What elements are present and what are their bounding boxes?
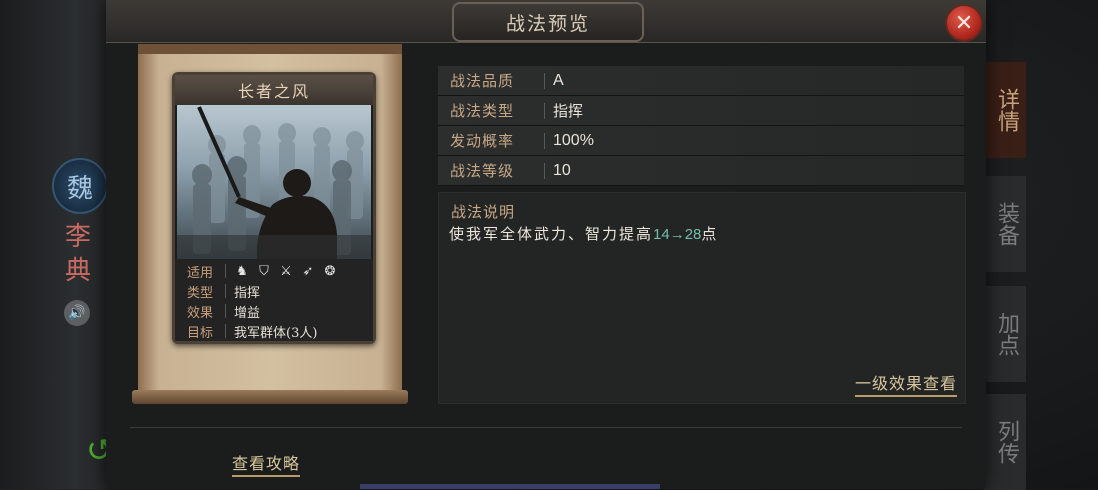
- tab-details[interactable]: 详情: [983, 62, 1026, 158]
- cavalry-icon: ♞: [236, 263, 248, 279]
- stat-label: 战法类型: [450, 102, 515, 120]
- type-value: 指挥: [234, 285, 261, 301]
- bow-icon: ⚔: [280, 263, 292, 279]
- target-value: 我军群体(3人): [234, 325, 318, 341]
- stat-row-level: 战法等级 10: [438, 156, 964, 186]
- target-label: 目标: [186, 325, 213, 341]
- description-box: 战法说明 使我军全体武力、智力提高14→28点 一级效果查看: [438, 192, 966, 404]
- stat-row-probability: 发动概率 100%: [438, 126, 964, 156]
- stat-value: A: [553, 71, 564, 89]
- tab-biography[interactable]: 列传: [984, 394, 1026, 490]
- skill-name: 长者之风: [175, 75, 373, 105]
- close-button[interactable]: ✕: [945, 4, 983, 42]
- stat-label: 战法品质: [450, 72, 515, 90]
- speaker-icon[interactable]: 🔊: [64, 300, 90, 326]
- stat-row-type: 战法类型 指挥: [438, 96, 964, 126]
- row-divider: [225, 284, 226, 298]
- description-highlight: 14→28: [653, 226, 702, 243]
- skill-card: 长者之风 适用 ♞ ⛉ ⚔ ➶ ❂ 类型 指挥 效果 增益 目标 我军群体(3人…: [172, 72, 376, 344]
- scroll-bottom-rod: [132, 390, 408, 404]
- row-divider: [225, 304, 226, 318]
- row-divider: [225, 264, 226, 278]
- tab-details-label: 详情: [994, 88, 1019, 132]
- stat-divider: [544, 72, 545, 89]
- footer-divider: [130, 427, 962, 428]
- view-guide-link[interactable]: 查看攻略: [232, 450, 301, 477]
- bottom-accent-bar: [360, 484, 660, 489]
- description-text: 使我军全体武力、智力提高14→28点: [449, 223, 718, 244]
- effect-label: 效果: [186, 305, 213, 321]
- siege-wheel-icon: ❂: [324, 263, 336, 279]
- stat-row-quality: 战法品质 A: [438, 66, 964, 96]
- kingdom-badge: 魏: [52, 158, 108, 214]
- title-bar: 战法预览 ✕: [106, 0, 986, 43]
- skill-info-panel: 适用 ♞ ⛉ ⚔ ➶ ❂ 类型 指挥 效果 增益 目标 我军群体(3人): [175, 259, 373, 341]
- tab-biography-label: 列传: [994, 420, 1019, 464]
- stat-divider: [544, 132, 545, 149]
- description-title: 战法说明: [451, 203, 516, 221]
- applicable-label: 适用: [186, 265, 213, 281]
- type-row: 类型 指挥: [175, 281, 373, 301]
- skill-preview-dialog: 战法预览 ✕ 长者之风 适用 ♞ ⛉ ⚔ ➶ ❂ 类型 指挥 效果 增益 目标 …: [106, 0, 986, 489]
- dialog-title: 战法预览: [452, 2, 644, 42]
- stat-label: 战法等级: [450, 162, 515, 180]
- stat-value: 100%: [553, 131, 594, 149]
- tab-attributes[interactable]: 加点: [984, 286, 1026, 382]
- row-divider: [225, 324, 226, 338]
- description-prefix: 使我军全体武力、智力提高: [449, 225, 654, 243]
- effect-value: 增益: [234, 305, 261, 321]
- stat-divider: [544, 102, 545, 119]
- target-row: 目标 我军群体(3人): [175, 321, 373, 341]
- type-label: 类型: [186, 285, 213, 301]
- stat-label: 发动概率: [450, 132, 515, 150]
- warrior-silhouette-art: [177, 106, 371, 259]
- applicable-row: 适用 ♞ ⛉ ⚔ ➶ ❂: [175, 261, 373, 281]
- hero-name: 李典: [64, 222, 91, 286]
- tab-equipment[interactable]: 装备: [984, 176, 1026, 272]
- level-one-effect-link[interactable]: 一级效果查看: [854, 370, 957, 397]
- stat-divider: [544, 162, 545, 179]
- tab-equipment-label: 装备: [994, 202, 1019, 246]
- shield-icon: ⛉: [259, 263, 269, 279]
- scroll-top-rod: [138, 44, 402, 54]
- stat-value: 10: [553, 161, 571, 179]
- tab-attributes-label: 加点: [994, 312, 1019, 356]
- stat-value: 指挥: [553, 102, 584, 120]
- scroll-panel: 长者之风 适用 ♞ ⛉ ⚔ ➶ ❂ 类型 指挥 效果 增益 目标 我军群体(3人…: [132, 44, 408, 404]
- skill-artwork: [177, 105, 371, 259]
- spear-icon: ➶: [302, 263, 314, 279]
- description-suffix: 点: [701, 225, 719, 243]
- troop-icons: ♞ ⛉ ⚔ ➶ ❂: [234, 263, 338, 279]
- effect-row: 效果 增益: [175, 301, 373, 321]
- close-icon: ✕: [954, 10, 974, 36]
